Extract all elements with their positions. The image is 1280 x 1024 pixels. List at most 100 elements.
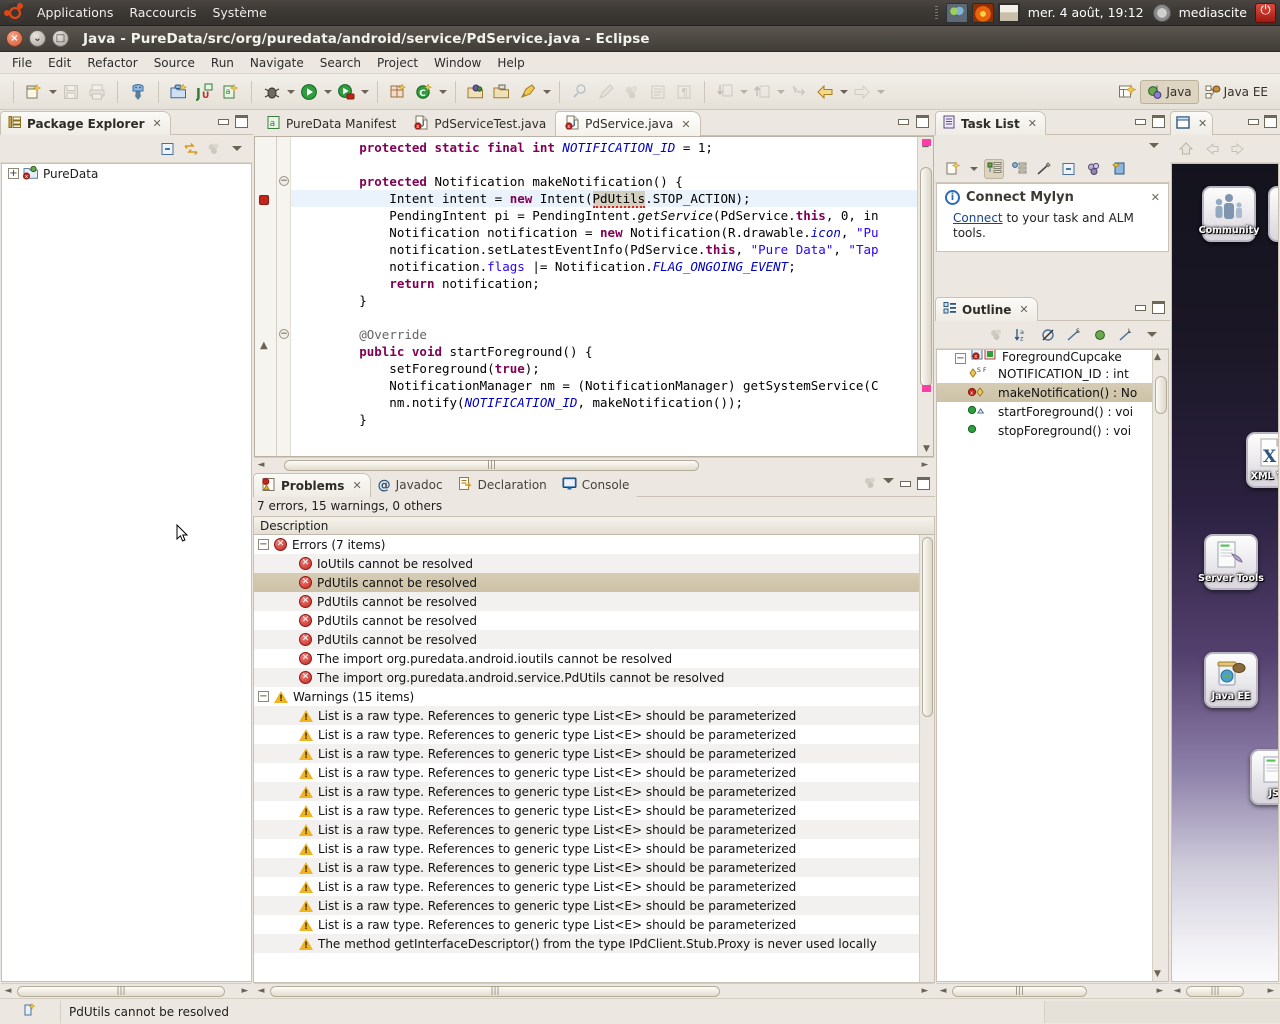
new-java-class-icon[interactable]: C — [412, 80, 436, 104]
code-line[interactable] — [299, 309, 917, 326]
problems-row[interactable]: PdUtils cannot be resolved — [254, 611, 934, 630]
vscroll-thumb[interactable] — [920, 167, 932, 387]
minimize-icon[interactable] — [1134, 301, 1147, 314]
gnome-menu-applications[interactable]: Applications — [29, 2, 121, 23]
problems-row[interactable]: List is a raw type. References to generi… — [254, 782, 934, 801]
new-junit-test-icon[interactable]: JU — [193, 80, 217, 104]
focus-on-active-task-icon[interactable] — [986, 325, 1006, 345]
menu-search[interactable]: Search — [312, 54, 369, 72]
back-icon[interactable] — [813, 80, 837, 104]
connect-link[interactable]: Connect — [953, 211, 1003, 225]
outline-vscroll-thumb[interactable] — [1155, 376, 1167, 414]
maximize-icon[interactable] — [917, 477, 930, 490]
scroll-left-icon[interactable]: ◄ — [936, 986, 950, 996]
scroll-left-icon[interactable]: ◄ — [254, 460, 268, 470]
problems-row[interactable]: List is a raw type. References to generi… — [254, 896, 934, 915]
ubuntu-logo-icon[interactable] — [5, 3, 25, 23]
overview-error-mark[interactable] — [922, 139, 931, 146]
back-dropdown-icon[interactable] — [838, 80, 849, 104]
problems-row[interactable]: PdUtils cannot be resolved — [254, 573, 934, 592]
scroll-down-icon[interactable]: ▼ — [923, 444, 930, 454]
menu-help[interactable]: Help — [489, 54, 532, 72]
overview-error-mark[interactable] — [922, 385, 931, 392]
close-icon[interactable]: ✕ — [153, 117, 162, 130]
open-repository-task-icon[interactable] — [1109, 159, 1129, 179]
outline-vertical-scrollbar[interactable]: ▲ ▼ — [1152, 350, 1168, 981]
scroll-left-icon[interactable]: ◄ — [1170, 986, 1184, 996]
code-line[interactable]: NotificationManager nm = (NotificationMa… — [299, 377, 917, 394]
filters-icon[interactable] — [863, 475, 878, 493]
view-menu-icon[interactable] — [1144, 135, 1164, 155]
collapse-icon[interactable]: − — [955, 353, 966, 364]
problems-row[interactable]: List is a raw type. References to generi… — [254, 744, 934, 763]
perspective-javaee[interactable]: Java EE — [1199, 81, 1274, 103]
hide-local-types-icon[interactable]: L — [1116, 325, 1136, 345]
minimize-icon[interactable] — [1247, 115, 1260, 128]
close-icon[interactable]: ✕ — [1198, 117, 1207, 130]
maximize-icon[interactable] — [1152, 115, 1165, 128]
problems-horizontal-scrollbar[interactable]: ◄ ||| ► — [254, 983, 934, 998]
scroll-up-icon[interactable]: ▲ — [1154, 352, 1161, 362]
menu-project[interactable]: Project — [369, 54, 426, 72]
new-wizard-icon[interactable] — [22, 80, 46, 104]
minimize-icon[interactable] — [897, 115, 910, 128]
username-label[interactable]: mediascite — [1174, 5, 1252, 20]
problems-row[interactable]: List is a raw type. References to generi… — [254, 820, 934, 839]
problems-row[interactable]: List is a raw type. References to generi… — [254, 706, 934, 725]
problems-row[interactable]: List is a raw type. References to generi… — [254, 915, 934, 934]
code-line[interactable]: PendingIntent pi = PendingIntent.getServ… — [299, 207, 917, 224]
archive-icon[interactable] — [998, 3, 1020, 23]
close-icon[interactable]: ✕ — [352, 479, 361, 492]
menu-file[interactable]: File — [4, 54, 40, 72]
tab-javadoc[interactable]: @Javadoc — [371, 473, 451, 497]
problems-row[interactable]: The method getInterfaceDescriptor() from… — [254, 934, 934, 953]
menu-refactor[interactable]: Refactor — [79, 54, 145, 72]
code-line[interactable]: nm.notify(NOTIFICATION_ID, makeNotificat… — [299, 394, 917, 411]
welcome-content[interactable]: CommunityEdiXXML TooServer ToolsJava EEJ… — [1171, 163, 1279, 982]
expand-icon[interactable]: + — [8, 168, 19, 179]
problems-column-header[interactable]: Description — [253, 516, 935, 535]
tab-problems[interactable]: Problems✕ — [253, 473, 371, 497]
editor-tab-pdservice-java[interactable]: JxPdService.java✕ — [555, 111, 700, 136]
code-line[interactable]: protected static final int NOTIFICATION_… — [299, 139, 917, 156]
scroll-left-icon[interactable]: ◄ — [1, 986, 15, 996]
scroll-right-icon[interactable]: ► — [918, 460, 932, 470]
new-task-dropdown-icon[interactable] — [968, 157, 979, 181]
external-tools-dropdown-icon[interactable] — [359, 80, 370, 104]
view-menu-icon[interactable] — [227, 139, 247, 159]
fold-collapse-icon[interactable]: − — [279, 329, 289, 339]
outline-row[interactable]: −xForegroundCupcake — [937, 350, 1168, 364]
hide-static-icon[interactable]: S — [1064, 325, 1084, 345]
editor-vertical-scrollbar[interactable]: ▲ ▼ — [917, 137, 933, 456]
power-icon[interactable] — [1255, 3, 1276, 23]
welcome-item-server-tools[interactable]: Server Tools — [1204, 534, 1258, 590]
open-perspective-icon[interactable] — [1115, 80, 1139, 104]
debug-dropdown-icon[interactable] — [285, 80, 296, 104]
scroll-right-icon[interactable]: ► — [238, 986, 252, 996]
problems-vscroll-thumb[interactable] — [922, 537, 933, 717]
minimize-icon[interactable] — [217, 115, 230, 128]
java-editor[interactable]: ▲ −− protected static final int NOTIFICA… — [254, 136, 934, 457]
problems-row[interactable]: PdUtils cannot be resolved — [254, 592, 934, 611]
problems-row[interactable]: PdUtils cannot be resolved — [254, 630, 934, 649]
code-line[interactable]: @Override — [299, 326, 917, 343]
editor-tab-puredata-manifest[interactable]: aPureData Manifest — [257, 111, 405, 136]
outline-row[interactable]: startForeground() : voi — [937, 402, 1168, 421]
code-line[interactable]: Notification notification = new Notifica… — [299, 224, 917, 241]
outline-tree[interactable]: ▲ ▼ −xForegroundCupcakeSFNOTIFICATION_ID… — [936, 349, 1169, 982]
problems-vertical-scrollbar[interactable] — [919, 535, 934, 982]
run-icon[interactable] — [297, 80, 321, 104]
tree-item-puredata[interactable]: + x PureData — [2, 164, 251, 183]
code-line[interactable] — [299, 156, 917, 173]
gear-icon[interactable] — [1153, 4, 1171, 22]
home-icon[interactable] — [1178, 141, 1194, 157]
collapse-icon[interactable]: − — [258, 691, 269, 702]
view-menu-icon[interactable] — [1142, 325, 1162, 345]
fold-collapse-icon[interactable]: − — [279, 176, 289, 186]
problems-group-row[interactable]: −Warnings (15 items) — [254, 687, 934, 706]
tray-handle[interactable] — [935, 6, 938, 20]
collapse-all-icon[interactable] — [158, 139, 178, 159]
perspective-java[interactable]: J Java — [1140, 80, 1198, 104]
scroll-left-icon[interactable]: ◄ — [254, 986, 268, 996]
hscroll-thumb[interactable]: ||| — [270, 986, 720, 997]
